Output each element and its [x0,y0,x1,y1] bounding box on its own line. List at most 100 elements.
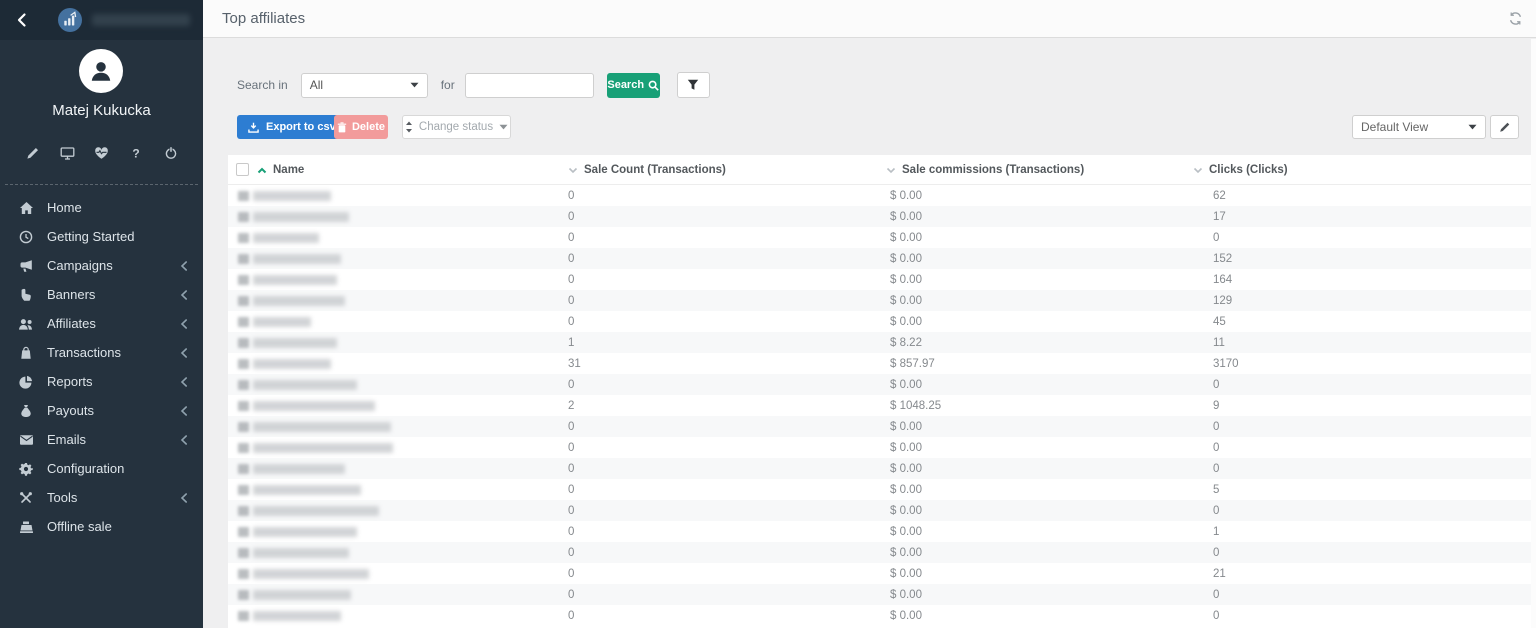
sale-commissions-cell: $ 0.00 [890,526,922,538]
clicks-cell: 129 [1213,295,1232,307]
table-row[interactable]: 0$ 0.000 [228,542,1531,563]
table-row[interactable]: 0$ 0.000 [228,458,1531,479]
app-logo-icon[interactable] [58,8,82,32]
sidebar-item-banners[interactable]: Banners [0,280,203,309]
clicks-cell: 62 [1213,190,1226,202]
redacted-chip [238,380,249,390]
question-icon[interactable]: ? [128,144,145,161]
sidebar-item-offline-sale[interactable]: Offline sale [0,512,203,541]
column-header-clicks-clicks[interactable]: Clicks (Clicks) [1193,155,1288,185]
sidebar-item-campaigns[interactable]: Campaigns [0,251,203,280]
table-row[interactable]: 0$ 0.000 [228,227,1531,248]
delete-label: Delete [352,121,385,133]
redacted-bar [253,191,331,201]
avatar[interactable] [79,49,123,93]
table-row[interactable]: 0$ 0.000 [228,416,1531,437]
table-row[interactable]: 0$ 0.0062 [228,185,1531,206]
export-csv-button[interactable]: Export to csv [237,115,347,139]
change-status-button[interactable]: Change status [402,115,511,139]
redacted-bar [253,233,319,243]
table-row[interactable]: 31$ 857.973170 [228,353,1531,374]
column-header-sale-count-transactions[interactable]: Sale Count (Transactions) [568,155,726,185]
redacted-chip [238,464,249,474]
redacted-chip [238,233,249,243]
table-row[interactable]: 0$ 0.00129 [228,290,1531,311]
clicks-cell: 45 [1213,316,1226,328]
table-row[interactable]: 0$ 0.000 [228,605,1531,626]
sidebar-item-reports[interactable]: Reports [0,367,203,396]
power-icon[interactable] [162,144,179,161]
home-icon [18,200,34,215]
redacted-affiliate-name [238,443,393,453]
search-button[interactable]: Search [607,73,660,98]
topbar: Top affiliates [203,0,1536,38]
chevron-left-icon [180,435,188,445]
sidebar-item-getting-started[interactable]: Getting Started [0,222,203,251]
clicks-cell: 0 [1213,547,1219,559]
sidebar-item-emails[interactable]: Emails [0,425,203,454]
redacted-affiliate-name [238,296,345,306]
sidebar-item-label: Transactions [47,345,180,360]
table-row[interactable]: 2$ 1048.259 [228,395,1531,416]
redacted-bar [253,254,341,264]
delete-button[interactable]: Delete [334,115,388,139]
redacted-bar [253,506,379,516]
filter-button[interactable] [677,72,710,98]
edit-view-button[interactable] [1490,115,1519,139]
column-header-name[interactable]: Name [257,155,304,185]
back-button[interactable] [0,0,44,40]
sidebar-header [0,0,203,40]
table-row[interactable]: 0$ 0.000 [228,500,1531,521]
sidebar-nav: HomeGetting Started Campaigns BannersAffil… [0,193,203,541]
sidebar-item-payouts[interactable]: Payouts [0,396,203,425]
sidebar-item-configuration[interactable]: Configuration [0,454,203,483]
sale-count-cell: 2 [568,400,574,412]
table-row[interactable]: 0$ 0.00152 [228,248,1531,269]
redacted-affiliate-name [238,548,349,558]
table-row[interactable]: 0$ 0.00164 [228,269,1531,290]
redacted-chip [238,212,249,222]
redacted-chip [238,485,249,495]
pencil-icon[interactable] [24,144,41,161]
sale-commissions-cell: $ 0.00 [890,610,922,622]
sale-count-cell: 0 [568,610,574,622]
view-select[interactable]: Default View [1352,115,1486,139]
table-row[interactable]: 1$ 8.2211 [228,332,1531,353]
column-label: Clicks (Clicks) [1209,164,1288,176]
sidebar-item-tools[interactable]: Tools [0,483,203,512]
select-all-checkbox[interactable] [236,163,249,176]
chevron-left-icon [180,493,188,503]
table-row[interactable]: 0$ 0.001 [228,521,1531,542]
sale-count-cell: 0 [568,442,574,454]
sidebar-item-affiliates[interactable]: Affiliates [0,309,203,338]
monitor-icon[interactable] [59,144,76,161]
table-row[interactable]: 0$ 0.000 [228,584,1531,605]
chevron-left-icon [180,406,188,416]
table-row[interactable]: 0$ 0.0045 [228,311,1531,332]
heart-pulse-icon[interactable] [93,144,110,161]
redacted-affiliate-name [238,611,341,621]
search-in-select[interactable]: All [301,73,428,98]
clicks-cell: 1 [1213,526,1219,538]
sidebar-item-home[interactable]: Home [0,193,203,222]
table-row[interactable]: 0$ 0.000 [228,374,1531,395]
chevron-left-icon [180,377,188,387]
refresh-icon[interactable] [1508,11,1523,31]
download-icon [248,122,259,133]
table-row[interactable]: 0$ 0.0021 [228,563,1531,584]
redacted-affiliate-name [238,422,391,432]
sidebar-item-transactions[interactable]: Transactions [0,338,203,367]
table-row[interactable]: 0$ 0.005 [228,479,1531,500]
scrollbar-track[interactable] [1531,39,1536,628]
quick-actions: ? [0,144,203,161]
redacted-bar [253,569,369,579]
clicks-cell: 5 [1213,484,1219,496]
redacted-chip [238,506,249,516]
sidebar-item-label: Campaigns [47,258,180,273]
table-row[interactable]: 0$ 0.000 [228,437,1531,458]
table-row[interactable]: 0$ 0.0017 [228,206,1531,227]
redacted-bar [253,296,345,306]
search-input[interactable] [465,73,594,98]
clicks-cell: 0 [1213,589,1219,601]
column-header-sale-commissions-transactions[interactable]: Sale commissions (Transactions) [886,155,1084,185]
